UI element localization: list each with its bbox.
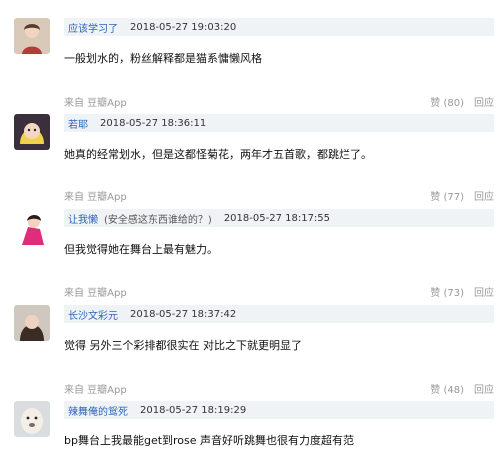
reply-button[interactable]: 回应 — [474, 94, 494, 109]
comment-header: 长沙文彩元 2018-05-27 18:37:42 — [64, 305, 494, 323]
comment-text: 一般划水的，粉丝解释都是猫系慵懒风格 — [64, 52, 262, 65]
username-link[interactable]: 让我懒 — [68, 211, 98, 226]
reply-button[interactable]: 回应 — [474, 381, 494, 396]
avatar[interactable] — [14, 114, 50, 150]
comment-time: 2018-05-27 18:36:11 — [100, 117, 207, 129]
avatar[interactable] — [14, 209, 50, 245]
like-button[interactable]: 赞 (48) — [430, 381, 464, 396]
username-link[interactable]: 应该学习了 — [68, 20, 118, 35]
comment-text: 觉得 另外三个彩排都很实在 对比之下就更明显了 — [64, 339, 302, 352]
comment-footer: 来自 豆瓣App 赞 (77) 回应 — [64, 188, 494, 204]
comment-time: 2018-05-27 18:37:42 — [130, 308, 237, 320]
source-label: 来自 豆瓣App — [64, 98, 127, 109]
comment-text: bp舞台上我最能get到rose 声音好听跳舞也很有力度超有范 — [64, 434, 355, 447]
comment-item: 应该学习了 2018-05-27 19:03:20 一般划水的，粉丝解释都是猫系… — [0, 0, 500, 109]
comment-text: 她真的经常划水，但是这都怪菊花，两年才五首歌，都跳烂了。 — [64, 148, 372, 161]
avatar[interactable] — [14, 305, 50, 341]
like-button[interactable]: 赞 (77) — [430, 188, 464, 203]
comment-header: 让我懒 (安全感这东西谁给的？) 2018-05-27 18:17:55 — [64, 209, 494, 227]
comment-time: 2018-05-27 18:19:29 — [140, 404, 247, 416]
like-button[interactable]: 赞 (73) — [430, 284, 464, 299]
source-label: 来自 豆瓣App — [64, 385, 127, 396]
avatar[interactable] — [14, 401, 50, 437]
comment-footer: 来自 豆瓣App 赞 (73) 回应 — [64, 284, 494, 300]
comment-header: 若耶 2018-05-27 18:36:11 — [64, 114, 494, 132]
username-link[interactable]: 长沙文彩元 — [68, 307, 118, 322]
comment-footer: 来自 豆瓣App 赞 (80) 回应 — [64, 94, 494, 110]
source-label: 来自 豆瓣App — [64, 192, 127, 203]
reply-button[interactable]: 回应 — [474, 188, 494, 203]
comment-time: 2018-05-27 18:17:55 — [223, 212, 331, 224]
username-link[interactable]: 若耶 — [68, 116, 88, 131]
comment-item: 辣舞俺的鸳死 2018-05-27 18:19:29 bp舞台上我最能get到r… — [0, 0, 500, 447]
avatar[interactable] — [14, 18, 50, 54]
comment-header: 应该学习了 2018-05-27 19:03:20 — [64, 18, 494, 36]
source-label: 来自 豆瓣App — [64, 288, 127, 299]
like-button[interactable]: 赞 (80) — [430, 94, 464, 109]
username-link[interactable]: 辣舞俺的鸳死 — [68, 403, 128, 418]
reply-button[interactable]: 回应 — [474, 284, 494, 299]
comment-header: 辣舞俺的鸳死 2018-05-27 18:19:29 — [64, 401, 494, 419]
comment-footer: 来自 豆瓣App 赞 (48) 回应 — [64, 381, 494, 397]
user-signature: (安全感这东西谁给的？) — [104, 214, 212, 226]
comment-text: 但我觉得她在舞台上最有魅力。 — [64, 243, 218, 256]
comment-time: 2018-05-27 19:03:20 — [130, 21, 237, 33]
